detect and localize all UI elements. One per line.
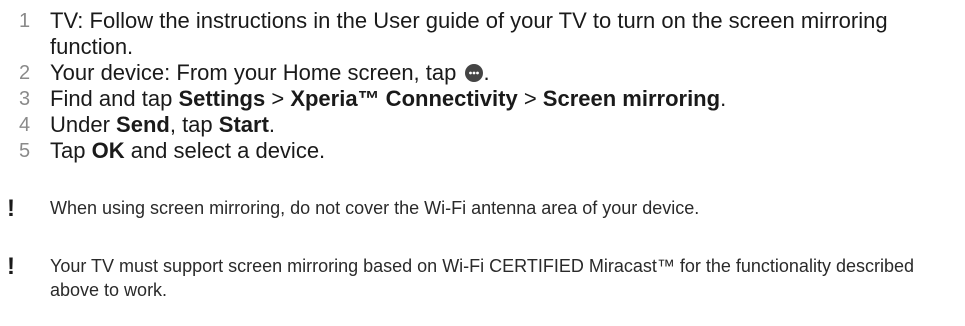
step-number: 1 [19,10,31,32]
screen-mirroring-label: Screen mirroring [542,86,721,111]
step-1: 1 TV: Follow the instructions in the Use… [0,8,965,60]
step-2: 2 Your device: From your Home screen, ta… [0,60,965,86]
separator: > [517,86,543,111]
note-1: ! When using screen mirroring, do not co… [0,195,965,222]
step-number: 5 [19,140,31,162]
step-text: TV: Follow the instructions in the User … [50,8,888,59]
step-text-end: . [268,112,276,137]
step-text-end: . [483,60,490,85]
step-4: 4 Under Send, tap Start. [0,112,965,138]
step-text-end: and select a device. [124,138,326,163]
xperia-connectivity-label: Xperia™ Connectivity [290,86,518,111]
start-label: Start [218,112,269,137]
step-text-end: . [720,86,727,111]
note-2: ! Your TV must support screen mirroring … [0,253,965,302]
step-number: 2 [19,62,31,84]
step-text: Tap [50,138,92,163]
separator: > [265,86,291,111]
steps-list: 1 TV: Follow the instructions in the Use… [0,0,965,163]
step-text: Find and tap [50,86,179,111]
step-5: 5 Tap OK and select a device. [0,138,965,164]
step-text: Under [50,112,117,137]
step-3: 3 Find and tap Settings > Xperia™ Connec… [0,86,965,112]
step-text: Your device: From your Home screen, tap [50,60,463,85]
note-text: Your TV must support screen mirroring ba… [50,256,914,300]
ok-label: OK [91,138,125,163]
step-number: 3 [19,88,31,110]
warning-icon: ! [7,253,15,280]
step-number: 4 [19,114,31,136]
settings-label: Settings [178,86,266,111]
note-text: When using screen mirroring, do not cove… [50,198,700,218]
warning-icon: ! [7,195,15,222]
apps-icon [465,64,484,82]
send-label: Send [116,112,170,137]
step-text: , tap [169,112,219,137]
